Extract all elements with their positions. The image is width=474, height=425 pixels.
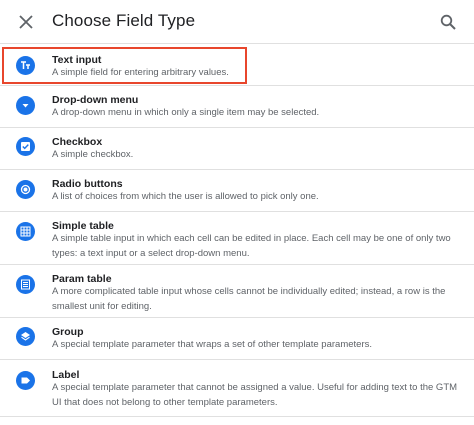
text-icon <box>16 56 35 75</box>
checkbox-icon <box>16 137 35 156</box>
search-button[interactable] <box>436 10 460 34</box>
item-description: A simple checkbox. <box>52 149 134 160</box>
close-icon <box>19 15 33 29</box>
radio-icon <box>16 180 35 199</box>
list-item-text-input[interactable]: Text input A simple field for entering a… <box>0 44 474 86</box>
list-item-drop-down-menu[interactable]: Drop-down menu A drop-down menu in which… <box>0 86 474 128</box>
item-description: A special template parameter that wraps … <box>52 339 372 350</box>
list-item-label[interactable]: Label A special template parameter that … <box>0 360 474 417</box>
item-description: A more complicated table input whose cel… <box>52 286 446 312</box>
field-type-list: Text input A simple field for entering a… <box>0 44 474 417</box>
list-icon <box>16 275 35 294</box>
list-item-group[interactable]: Group A special template parameter that … <box>0 318 474 360</box>
layers-icon <box>16 327 35 346</box>
list-item-param-table[interactable]: Param table A more complicated table inp… <box>0 265 474 318</box>
item-description: A drop-down menu in which only a single … <box>52 107 320 118</box>
dialog-header: Choose Field Type <box>0 0 474 44</box>
grid-icon <box>16 222 35 241</box>
item-description: A simple table input in which each cell … <box>52 233 451 259</box>
page-title: Choose Field Type <box>52 11 196 30</box>
list-item-radio-buttons[interactable]: Radio buttons A list of choices from whi… <box>0 170 474 212</box>
item-description: A special template parameter that cannot… <box>52 382 458 408</box>
search-icon <box>440 14 456 30</box>
item-description: A simple field for entering arbitrary va… <box>52 67 229 78</box>
close-button[interactable] <box>14 10 38 34</box>
label-icon <box>16 371 35 390</box>
item-description: A list of choices from which the user is… <box>52 191 319 202</box>
list-item-checkbox[interactable]: Checkbox A simple checkbox. <box>0 128 474 170</box>
dropdown-icon <box>16 96 35 115</box>
list-item-simple-table[interactable]: Simple table A simple table input in whi… <box>0 212 474 265</box>
